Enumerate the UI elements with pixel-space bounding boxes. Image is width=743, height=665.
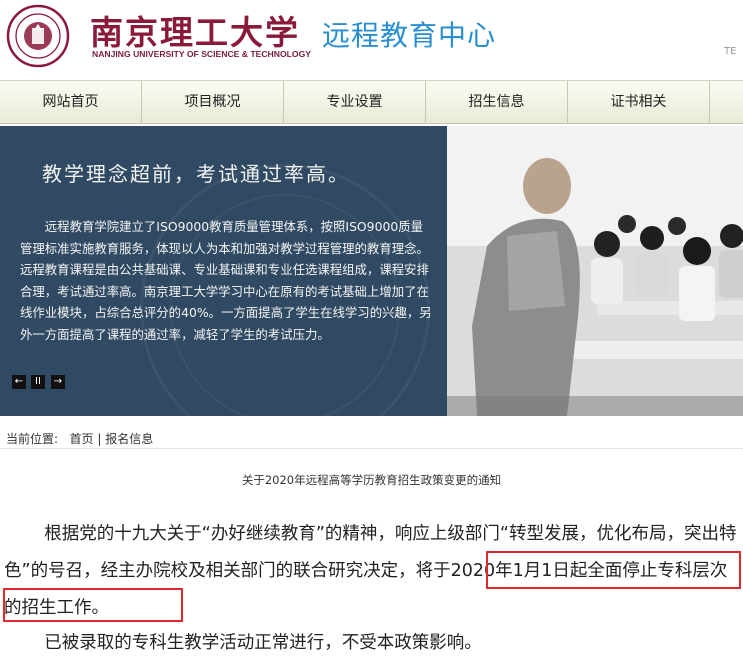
article-title: 关于2020年远程高等学历教育招生政策变更的通知 (241, 473, 502, 487)
nav-item-overview[interactable]: 项目概况 (142, 81, 284, 124)
nav-item-home[interactable]: 网站首页 (0, 81, 142, 124)
banner-text-panel: 教学理念超前，考试通过率高。 远程教育学院建立了ISO9000教育质量管理体系，… (0, 126, 447, 416)
hero-banner: 教学理念超前，考试通过率高。 远程教育学院建立了ISO9000教育质量管理体系，… (0, 126, 743, 416)
divider (0, 448, 743, 449)
highlight-box-line1 (486, 551, 741, 589)
slider-next-button[interactable]: → (51, 375, 65, 389)
nav-item-admissions[interactable]: 招生信息 (426, 81, 568, 124)
breadcrumb-separator: | (97, 432, 102, 446)
banner-body-text: 远程教育学院建立了ISO9000教育质量管理体系，按照ISO9000质量管理标准… (20, 219, 432, 342)
university-seal-icon (6, 4, 70, 68)
banner-slogan: 教学理念超前，考试通过率高。 (42, 162, 350, 186)
breadcrumb-prefix: 当前位置: (6, 432, 59, 446)
article-paragraph-2: 已被录取的专科生教学活动正常进行，不受本政策影响。 (44, 633, 482, 653)
highlight-box-line2 (3, 588, 183, 622)
language-link[interactable]: TE (724, 46, 736, 57)
nav-item-majors[interactable]: 专业设置 (284, 81, 426, 124)
breadcrumb-home-link[interactable]: 首页 (70, 432, 94, 446)
breadcrumb: 当前位置: 首页 | 报名信息 (6, 430, 153, 447)
nav-item-certificates[interactable]: 证书相关 (568, 81, 710, 124)
slider-prev-button[interactable]: ← (12, 375, 26, 389)
slider-pause-button[interactable]: II (31, 375, 45, 389)
site-title: 远程教育中心 (322, 19, 497, 52)
classroom-photo (447, 126, 743, 416)
breadcrumb-current: 报名信息 (105, 432, 154, 446)
site-header: 南京理工大学 NANJING UNIVERSITY OF SCIENCE & T… (0, 0, 743, 80)
university-name-en: NANJING UNIVERSITY OF SCIENCE & TECHNOLO… (92, 49, 312, 59)
university-name-cn: 南京理工大学 (90, 13, 300, 52)
main-nav: 网站首页 项目概况 专业设置 招生信息 证书相关 (0, 80, 743, 124)
